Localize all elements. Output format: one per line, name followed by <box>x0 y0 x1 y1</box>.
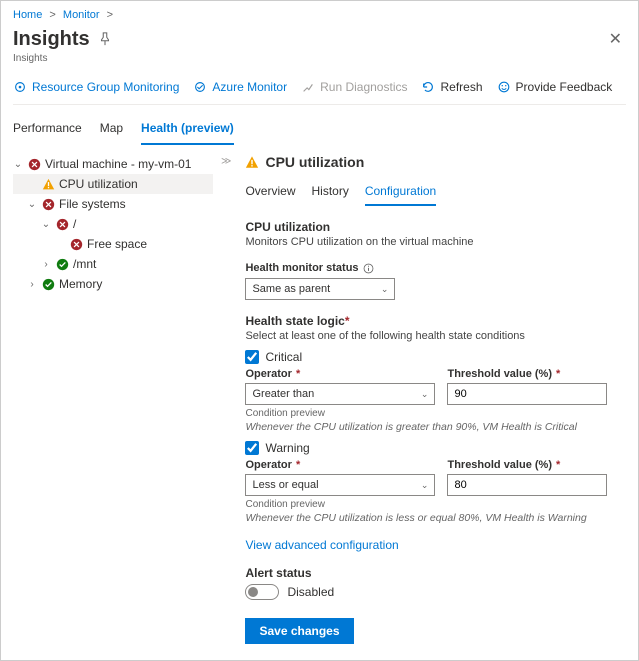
logic-desc: Select at least one of the following hea… <box>245 330 626 342</box>
chevron-right-icon: › <box>41 259 51 270</box>
detail-tab-history[interactable]: History <box>311 180 348 206</box>
collapse-icon[interactable]: ≫ <box>221 154 231 644</box>
tab-health[interactable]: Health (preview) <box>141 115 234 145</box>
breadcrumb: Home > Monitor > <box>13 9 626 21</box>
section-title: CPU utilization <box>245 220 626 234</box>
critical-label: Critical <box>265 350 302 364</box>
warning-preview-label: Condition preview <box>245 499 626 510</box>
detail-tab-configuration[interactable]: Configuration <box>365 180 436 206</box>
toolbar-azure-monitor[interactable]: Azure Monitor <box>193 80 287 94</box>
healthy-icon <box>41 277 55 291</box>
critical-operator-select[interactable]: Greater than ⌄ <box>245 383 435 405</box>
chevron-down-icon: ⌄ <box>421 480 429 491</box>
healthy-icon <box>55 257 69 271</box>
page-title: Insights <box>13 28 90 51</box>
warning-operator-select[interactable]: Less or equal ⌄ <box>245 474 435 496</box>
chevron-down-icon: ⌄ <box>13 159 23 170</box>
alert-status-toggle[interactable] <box>245 584 279 600</box>
critical-checkbox[interactable] <box>245 350 259 364</box>
tab-map[interactable]: Map <box>100 115 123 145</box>
toolbar-feedback[interactable]: Provide Feedback <box>497 80 613 94</box>
tree-vm[interactable]: ⌄ Virtual machine - my-vm-01 <box>13 154 213 174</box>
feedback-icon <box>497 80 511 94</box>
critical-preview-label: Condition preview <box>245 408 626 419</box>
warning-threshold-input[interactable] <box>447 474 607 496</box>
warning-checkbox[interactable] <box>245 441 259 455</box>
chevron-down-icon: ⌄ <box>27 199 37 210</box>
pin-icon[interactable] <box>98 32 112 46</box>
diagnostics-icon <box>301 80 315 94</box>
critical-preview-text: Whenever the CPU utilization is greater … <box>245 421 626 433</box>
monitor-icon <box>193 80 207 94</box>
toolbar-refresh[interactable]: Refresh <box>421 80 482 94</box>
logic-title: Health state logic* <box>245 314 626 328</box>
tree-mnt[interactable]: › /mnt <box>13 254 213 274</box>
save-button[interactable]: Save changes <box>245 618 353 644</box>
health-tree: ⌄ Virtual machine - my-vm-01 CPU utiliza… <box>13 154 213 644</box>
page-subtitle: Insights <box>13 53 626 64</box>
monitor-status-label: Health monitor status <box>245 262 626 274</box>
critical-icon <box>27 157 41 171</box>
detail-heading: CPU utilization <box>265 154 364 170</box>
refresh-icon <box>421 80 435 94</box>
warning-icon <box>41 177 55 191</box>
alert-status-value: Disabled <box>287 585 334 599</box>
critical-icon <box>69 237 83 251</box>
critical-threshold-label: Threshold value (%) * <box>447 368 607 380</box>
tab-performance[interactable]: Performance <box>13 115 82 145</box>
warning-preview-text: Whenever the CPU utilization is less or … <box>245 512 626 524</box>
critical-icon <box>41 197 55 211</box>
alert-status-label: Alert status <box>245 566 626 580</box>
chevron-down-icon: ⌄ <box>421 389 429 400</box>
tree-filesystems[interactable]: ⌄ File systems <box>13 194 213 214</box>
tree-cpu[interactable]: CPU utilization <box>13 174 213 194</box>
advanced-config-link[interactable]: View advanced configuration <box>245 538 398 552</box>
warning-icon <box>245 155 259 169</box>
tree-root[interactable]: ⌄ / <box>13 214 213 234</box>
toolbar-resource-group[interactable]: Resource Group Monitoring <box>13 80 179 94</box>
critical-operator-label: Operator * <box>245 368 435 380</box>
detail-tab-overview[interactable]: Overview <box>245 180 295 206</box>
section-desc: Monitors CPU utilization on the virtual … <box>245 236 626 248</box>
critical-threshold-input[interactable] <box>447 383 607 405</box>
chevron-down-icon: ⌄ <box>41 219 51 230</box>
monitor-status-select[interactable]: Same as parent ⌄ <box>245 278 395 300</box>
warning-operator-label: Operator * <box>245 459 435 471</box>
info-icon[interactable] <box>363 263 374 274</box>
tree-memory[interactable]: › Memory <box>13 274 213 294</box>
breadcrumb-home[interactable]: Home <box>13 9 42 21</box>
breadcrumb-monitor[interactable]: Monitor <box>63 9 100 21</box>
toolbar-run-diagnostics: Run Diagnostics <box>301 80 407 94</box>
warning-threshold-label: Threshold value (%) * <box>447 459 607 471</box>
target-icon <box>13 80 27 94</box>
chevron-right-icon: › <box>27 279 37 290</box>
chevron-down-icon: ⌄ <box>381 284 389 295</box>
warning-label: Warning <box>265 441 309 455</box>
critical-icon <box>55 217 69 231</box>
tree-freespace[interactable]: Free space <box>13 234 213 254</box>
close-icon[interactable]: ✕ <box>605 25 626 53</box>
